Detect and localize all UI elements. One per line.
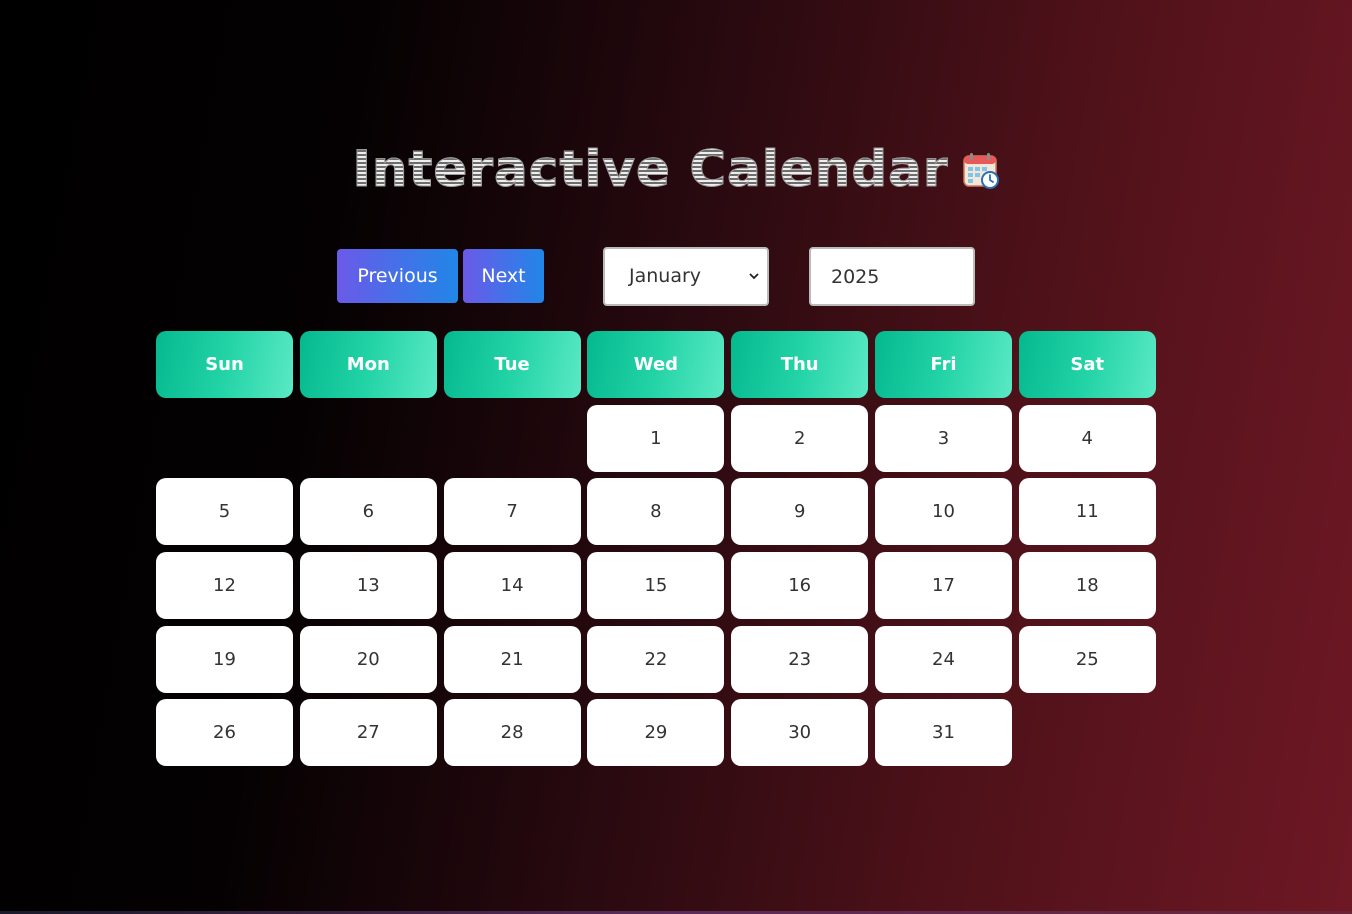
month-select[interactable]: January bbox=[603, 247, 769, 306]
day-cell[interactable]: 16 bbox=[731, 552, 869, 620]
day-cell[interactable]: 24 bbox=[874, 625, 1012, 693]
day-cell[interactable]: 17 bbox=[874, 552, 1012, 620]
calendar-clock-icon bbox=[962, 152, 1000, 194]
previous-button[interactable]: Previous bbox=[337, 249, 458, 303]
year-input[interactable] bbox=[809, 247, 975, 306]
day-cell[interactable]: 30 bbox=[731, 699, 869, 767]
day-cell[interactable]: 1 bbox=[587, 404, 725, 472]
day-cell[interactable]: 27 bbox=[299, 699, 437, 767]
day-cell[interactable]: 12 bbox=[156, 552, 293, 620]
empty-day-cell bbox=[444, 405, 581, 472]
day-cell[interactable]: 7 bbox=[443, 478, 581, 546]
weekday-header-mon: Mon bbox=[299, 331, 437, 398]
day-cell[interactable]: 4 bbox=[1018, 404, 1156, 472]
day-cell[interactable]: 11 bbox=[1018, 478, 1156, 546]
day-cell[interactable]: 14 bbox=[443, 552, 581, 620]
day-cell[interactable]: 13 bbox=[299, 552, 437, 620]
weekday-header-fri: Fri bbox=[874, 331, 1012, 398]
day-cell[interactable]: 28 bbox=[443, 699, 581, 767]
day-cell[interactable]: 31 bbox=[874, 699, 1012, 767]
day-cell[interactable]: 10 bbox=[874, 478, 1012, 546]
page-header: Interactive Calendar bbox=[0, 140, 1352, 199]
month-select-value: January bbox=[629, 265, 702, 287]
day-cell[interactable]: 3 bbox=[874, 404, 1012, 472]
next-button[interactable]: Next bbox=[463, 249, 544, 303]
day-cell[interactable]: 9 bbox=[731, 478, 869, 546]
day-cell[interactable]: 2 bbox=[731, 404, 869, 472]
empty-day-cell bbox=[156, 405, 293, 472]
day-cell[interactable]: 22 bbox=[587, 625, 725, 693]
calendar-grid: Sun Mon Tue Wed Thu Fri Sat 1 2 3 4 5 6 7 8 9 10 11 12 13 14… bbox=[156, 331, 1156, 767]
day-cell[interactable]: 29 bbox=[587, 699, 725, 767]
chevron-down-icon bbox=[749, 273, 759, 280]
weekday-header-wed: Wed bbox=[587, 331, 725, 398]
weekday-header-sat: Sat bbox=[1018, 331, 1156, 398]
day-cell[interactable]: 5 bbox=[156, 478, 293, 546]
day-cell[interactable]: 18 bbox=[1018, 552, 1156, 620]
weekday-header-tue: Tue bbox=[443, 331, 581, 398]
day-cell[interactable]: 25 bbox=[1018, 625, 1156, 693]
day-cell[interactable]: 8 bbox=[587, 478, 725, 546]
page-title: Interactive Calendar bbox=[352, 140, 949, 199]
day-cell[interactable]: 19 bbox=[156, 625, 293, 693]
day-cell[interactable]: 26 bbox=[156, 699, 293, 767]
day-cell[interactable]: 21 bbox=[443, 625, 581, 693]
day-cell[interactable]: 15 bbox=[587, 552, 725, 620]
empty-day-cell bbox=[300, 405, 437, 472]
calendar-controls: Previous Next January bbox=[0, 247, 1352, 306]
day-cell[interactable]: 6 bbox=[299, 478, 437, 546]
weekday-header-thu: Thu bbox=[731, 331, 869, 398]
day-cell[interactable]: 20 bbox=[299, 625, 437, 693]
weekday-header-sun: Sun bbox=[156, 331, 293, 398]
day-cell[interactable]: 23 bbox=[731, 625, 869, 693]
